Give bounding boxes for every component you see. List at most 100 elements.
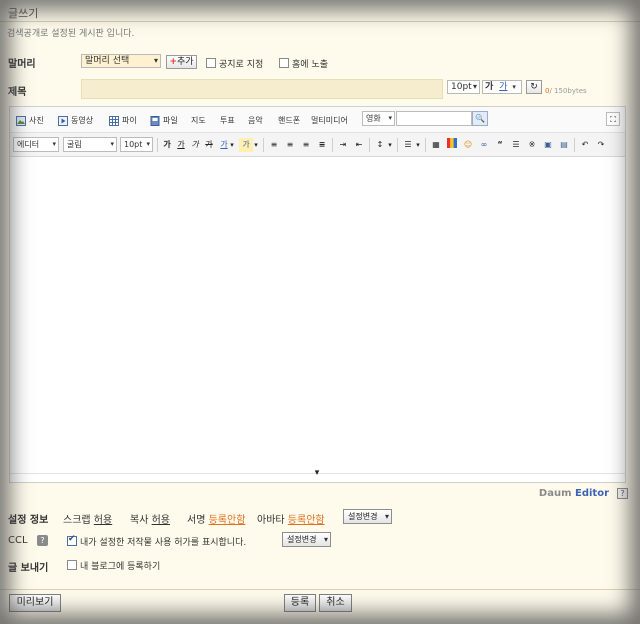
bold-button[interactable]: 가: [160, 138, 174, 152]
align-center-icon: ≡: [286, 140, 294, 149]
line-height-button[interactable]: ↕: [373, 138, 387, 152]
file-icon: [150, 116, 160, 126]
signature-label: 서명: [187, 515, 206, 526]
link-icon: ∞: [480, 140, 488, 149]
insert-phone-button[interactable]: 핸드폰: [278, 115, 300, 127]
toolbar-divider: [263, 138, 264, 152]
line-height-chevron-icon[interactable]: ▾: [386, 138, 394, 152]
avatar-label: 아바타: [257, 515, 285, 526]
toolbar-divider: [369, 138, 370, 152]
quote-button[interactable]: “: [493, 138, 507, 152]
fullscreen-button[interactable]: ⛶: [606, 112, 620, 126]
preview-button[interactable]: 미리보기: [9, 594, 61, 612]
editor-search-input[interactable]: [396, 111, 472, 126]
insert-poll-button[interactable]: 투표: [220, 115, 235, 127]
prefix-select[interactable]: 말머리 선택: [81, 54, 161, 68]
toolbar-divider: [397, 138, 398, 152]
subject-color-chevron-icon[interactable]: ▾: [512, 83, 516, 91]
subject-reset-button[interactable]: ↻: [526, 80, 542, 94]
prefix-select-value: 말머리 선택: [85, 56, 130, 66]
italic-button[interactable]: 가: [188, 138, 202, 152]
outdent-icon: ⇤: [355, 140, 363, 149]
insert-multimedia-label: 멀티미디어: [311, 116, 348, 125]
subject-font-size-value: 10pt: [451, 82, 472, 92]
submit-button[interactable]: 등록: [284, 594, 316, 612]
insert-music-button[interactable]: 음악: [248, 115, 263, 127]
notice-checkbox[interactable]: [206, 58, 216, 68]
page-title: 글쓰기: [8, 7, 39, 20]
emoticon-button[interactable]: ☺: [461, 138, 475, 152]
color-palette-button[interactable]: [445, 138, 459, 152]
insert-table-label: 파이: [122, 116, 137, 125]
subject-underline-button[interactable]: 가: [499, 82, 507, 92]
html-button[interactable]: ▣: [541, 138, 555, 152]
align-left-button[interactable]: ≡: [267, 138, 281, 152]
cancel-button[interactable]: 취소: [319, 594, 352, 612]
save-draft-button[interactable]: ▤: [557, 138, 571, 152]
brand-editor: Editor: [575, 488, 609, 499]
redo-button[interactable]: ↷: [594, 138, 608, 152]
editor: 사진 동영상 파이 파일 지도 투표 음악 핸드폰 멀티미디어 영화 🔍 ⛶ 에…: [9, 106, 626, 483]
subject-input[interactable]: [81, 79, 443, 99]
align-left-icon: ≡: [270, 140, 278, 149]
align-right-button[interactable]: ≡: [299, 138, 313, 152]
insert-video-button[interactable]: 동영상: [58, 115, 93, 127]
fullscreen-icon: ⛶: [610, 115, 616, 124]
photo-icon: [16, 116, 26, 126]
insert-toolbar: 사진 동영상 파이 파일 지도 투표 음악 핸드폰 멀티미디어 영화 🔍 ⛶: [10, 107, 625, 133]
special-char-button[interactable]: ※: [525, 138, 539, 152]
align-center-button[interactable]: ≡: [283, 138, 297, 152]
editor-help-icon[interactable]: ?: [617, 488, 628, 499]
background-color-chevron-icon[interactable]: ▾: [252, 138, 260, 152]
strikethrough-button[interactable]: 가: [202, 138, 216, 152]
editor-mode-select[interactable]: 에디터: [13, 137, 59, 152]
search-scope-select[interactable]: 영화: [362, 111, 395, 126]
settings-change-button[interactable]: 설정변경: [343, 509, 392, 524]
list-chevron-icon[interactable]: ▾: [414, 138, 422, 152]
link-button[interactable]: ∞: [477, 138, 491, 152]
insert-map-button[interactable]: 지도: [191, 115, 206, 127]
editor-resize-bar[interactable]: ▾: [10, 469, 625, 482]
html-icon: ▣: [544, 140, 552, 149]
undo-icon: ↶: [581, 140, 589, 149]
table-icon: [109, 116, 119, 126]
editor-search-button[interactable]: 🔍: [472, 111, 488, 126]
list-button[interactable]: ☰: [401, 138, 415, 152]
font-size-value: 10pt: [124, 140, 143, 149]
insert-multimedia-button[interactable]: 멀티미디어: [311, 115, 348, 127]
collapse-chevron-icon[interactable]: ▾: [307, 469, 327, 479]
byte-limit: / 150bytes: [549, 87, 587, 95]
indent-button[interactable]: ⇥: [336, 138, 350, 152]
font-size-select[interactable]: 10pt: [120, 137, 153, 152]
align-justify-button[interactable]: ≡: [315, 138, 329, 152]
daum-editor-logo: Daum Editor: [539, 488, 609, 499]
outdent-button[interactable]: ⇤: [352, 138, 366, 152]
ccl-change-button[interactable]: 설정변경: [282, 532, 331, 547]
plus-icon: +: [169, 57, 177, 67]
insert-file-button[interactable]: 파일: [150, 115, 178, 127]
horizontal-line-icon: ☰: [512, 140, 520, 149]
ccl-help-icon[interactable]: ?: [37, 535, 48, 546]
underline-button[interactable]: 가: [174, 138, 188, 152]
horizontal-line-button[interactable]: ☰: [509, 138, 523, 152]
home-checkbox[interactable]: [279, 58, 289, 68]
ccl-checkbox[interactable]: [67, 534, 77, 546]
add-prefix-button[interactable]: +추가: [166, 55, 197, 69]
subject-font-size-select[interactable]: 10pt: [447, 80, 480, 94]
add-prefix-label: 추가: [176, 57, 194, 67]
editor-content-area[interactable]: [10, 157, 625, 473]
blog-checkbox[interactable]: [67, 560, 77, 570]
insert-photo-button[interactable]: 사진: [16, 115, 44, 127]
font-family-select[interactable]: 굴림: [63, 137, 117, 152]
copy-value: 허용: [151, 515, 170, 526]
font-color-chevron-icon[interactable]: ▾: [228, 138, 236, 152]
toolbar-divider: [425, 138, 426, 152]
insert-poll-label: 투표: [220, 116, 235, 125]
insert-table-button[interactable]: 파이: [109, 115, 137, 127]
subject-bold-button[interactable]: 가: [485, 82, 493, 92]
insert-video-label: 동영상: [71, 116, 94, 125]
undo-button[interactable]: ↶: [578, 138, 592, 152]
background-color-button[interactable]: 가: [239, 138, 253, 152]
table-button[interactable]: ▦: [429, 138, 443, 152]
editor-mode-value: 에디터: [17, 140, 40, 149]
